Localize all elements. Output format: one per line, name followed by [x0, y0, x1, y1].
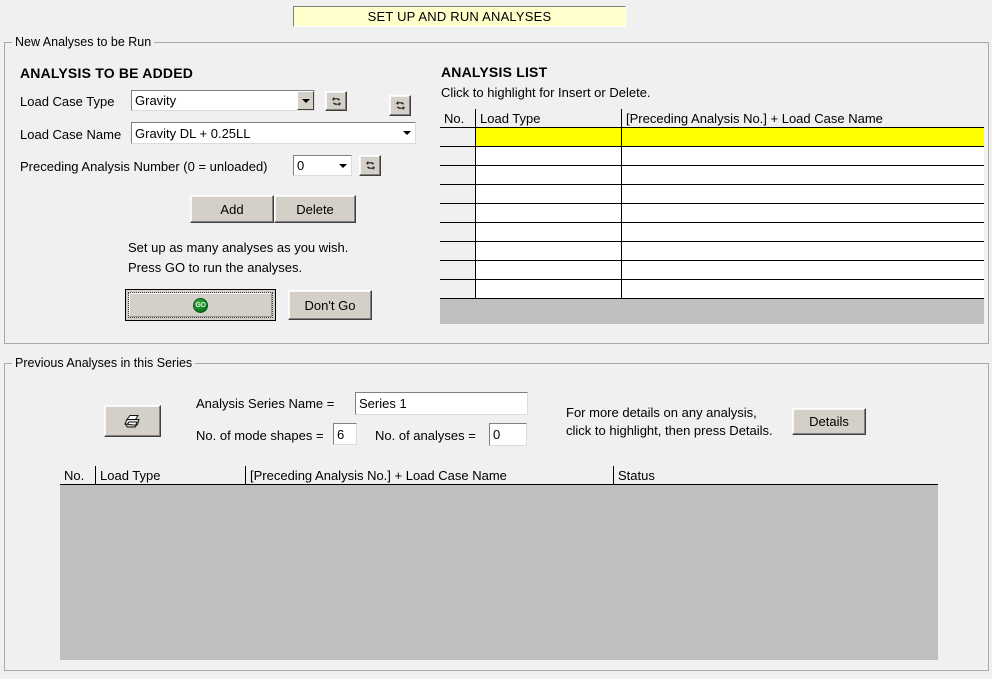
cell-no [440, 204, 476, 222]
analysis-to-be-added-heading: ANALYSIS TO BE ADDED [20, 65, 194, 81]
preceding-analysis-number-label: Preceding Analysis Number (0 = unloaded) [20, 159, 268, 174]
print-button[interactable] [104, 405, 161, 437]
refresh-icon [330, 95, 343, 108]
load-case-name-combo[interactable]: Gravity DL + 0.25LL [131, 122, 416, 144]
secondary-refresh-button[interactable] [389, 95, 411, 116]
cell-load-type [476, 223, 622, 241]
cell-load-case-name [622, 204, 984, 222]
chevron-down-icon[interactable] [297, 91, 314, 110]
cell-load-case-name [622, 147, 984, 165]
table-row[interactable] [440, 280, 984, 299]
number-of-analyses-input[interactable]: 0 [489, 423, 527, 446]
table-row[interactable] [440, 147, 984, 166]
cell-no [440, 242, 476, 260]
analysis-list-subheading: Click to highlight for Insert or Delete. [441, 85, 651, 100]
load-case-type-label: Load Case Type [20, 94, 115, 109]
cell-load-type [476, 204, 622, 222]
table-row[interactable] [440, 128, 984, 147]
analysis-list-heading: ANALYSIS LIST [441, 64, 548, 80]
cell-no [440, 185, 476, 203]
column-header-load-case-name: [Preceding Analysis No.] + Load Case Nam… [626, 110, 883, 126]
table-row[interactable] [440, 223, 984, 242]
cell-load-type [476, 166, 622, 184]
refresh-icon [364, 159, 377, 172]
cell-no [440, 223, 476, 241]
mode-shapes-input[interactable]: 6 [333, 423, 357, 445]
page-title-text: SET UP AND RUN ANALYSES [367, 9, 552, 24]
details-hint-line-1: For more details on any analysis, [566, 405, 757, 420]
mode-shapes-label: No. of mode shapes = [196, 428, 324, 443]
cell-no [440, 166, 476, 184]
load-case-name-label: Load Case Name [20, 127, 122, 142]
cell-load-type [476, 185, 622, 203]
details-button[interactable]: Details [792, 408, 866, 435]
analysis-list-header-row: No. Load Type [Preceding Analysis No.] +… [440, 109, 984, 128]
cell-load-case-name [622, 223, 984, 241]
group-previous-analyses-legend: Previous Analyses in this Series [12, 356, 196, 370]
load-case-type-value: Gravity [135, 93, 177, 108]
analysis-list-grid[interactable]: No. Load Type [Preceding Analysis No.] +… [440, 109, 984, 324]
analysis-series-name-input[interactable]: Series 1 [355, 392, 528, 415]
previous-analyses-grid[interactable]: No. Load Type [Preceding Analysis No.] +… [60, 466, 938, 660]
cell-no [440, 261, 476, 279]
cell-no [440, 280, 476, 298]
preceding-analysis-refresh-button[interactable] [359, 155, 381, 176]
previous-analyses-header-row: No. Load Type [Preceding Analysis No.] +… [60, 466, 938, 485]
cell-load-case-name [622, 261, 984, 279]
column-header-no: No. [60, 466, 96, 484]
table-row[interactable] [440, 261, 984, 280]
group-new-analyses-legend: New Analyses to be Run [12, 35, 155, 49]
table-row[interactable] [440, 185, 984, 204]
column-header-no: No. [440, 109, 476, 127]
load-case-type-refresh-button[interactable] [325, 91, 347, 111]
column-header-load-type: Load Type [96, 466, 246, 484]
cell-load-case-name [622, 166, 984, 184]
table-row[interactable] [440, 166, 984, 185]
table-row[interactable] [440, 242, 984, 261]
table-row[interactable] [440, 204, 984, 223]
cell-load-type [476, 147, 622, 165]
number-of-analyses-label: No. of analyses = [375, 428, 476, 443]
refresh-icon [394, 99, 407, 112]
details-hint-line-2: click to highlight, then press Details. [566, 423, 773, 438]
preceding-analysis-number-combo[interactable]: 0 [293, 155, 352, 176]
cell-load-case-name [622, 128, 984, 146]
column-header-load-case-name: [Preceding Analysis No.] + Load Case Nam… [246, 466, 614, 484]
cell-load-type [476, 242, 622, 260]
go-button[interactable]: GO [125, 289, 276, 321]
load-case-name-value: Gravity DL + 0.25LL [135, 125, 251, 141]
dont-go-button[interactable]: Don't Go [288, 290, 372, 320]
cell-no [440, 128, 476, 146]
cell-load-case-name [622, 185, 984, 203]
preceding-analysis-number-value: 0 [297, 158, 305, 173]
previous-analyses-empty-area [60, 485, 938, 660]
cell-load-case-name [622, 242, 984, 260]
column-header-status: Status [618, 467, 655, 483]
analysis-series-name-label: Analysis Series Name = [196, 396, 335, 411]
load-case-type-combo[interactable]: Gravity [131, 90, 315, 111]
page-title-banner: SET UP AND RUN ANALYSES [293, 6, 626, 27]
column-header-load-type: Load Type [476, 109, 622, 127]
cell-load-type [476, 128, 622, 146]
go-icon: GO [193, 297, 208, 313]
analysis-list-empty-area [440, 299, 984, 324]
setup-hint-line-2: Press GO to run the analyses. [128, 260, 303, 275]
printer-icon [123, 413, 142, 430]
setup-hint-line-1: Set up as many analyses as you wish. [128, 240, 349, 255]
delete-button[interactable]: Delete [274, 195, 356, 223]
chevron-down-icon[interactable] [398, 123, 415, 143]
add-button[interactable]: Add [190, 195, 274, 223]
cell-load-type [476, 280, 622, 298]
chevron-down-icon[interactable] [334, 156, 351, 175]
cell-no [440, 147, 476, 165]
cell-load-case-name [622, 280, 984, 298]
cell-load-type [476, 261, 622, 279]
